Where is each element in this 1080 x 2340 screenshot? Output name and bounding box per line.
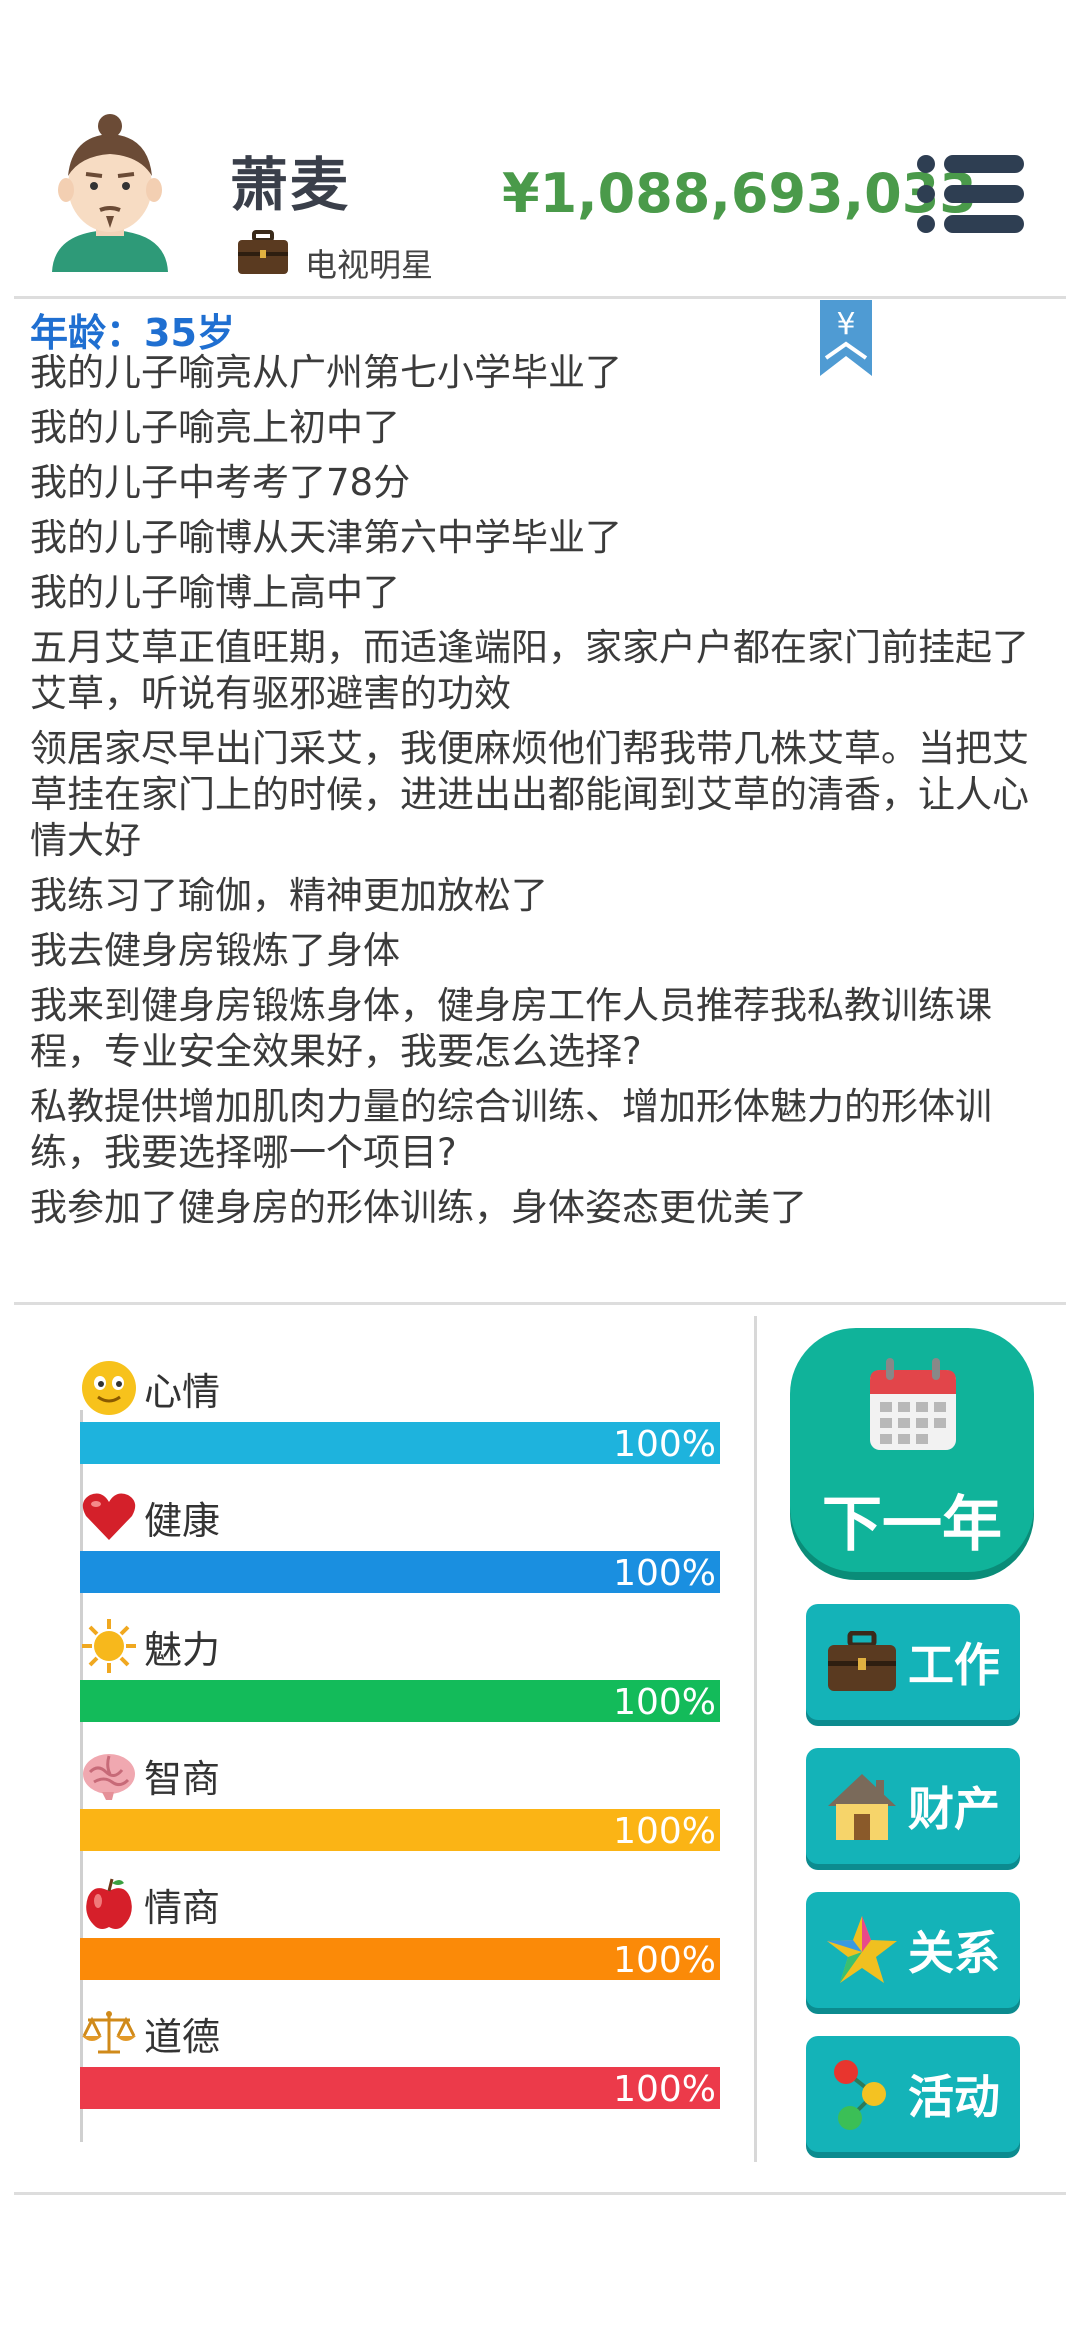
stat-name: 情商 bbox=[144, 1885, 221, 1930]
log-entry: 我的儿子喻博从天津第六中学毕业了 bbox=[30, 516, 622, 559]
player-avatar bbox=[44, 112, 176, 280]
work-button[interactable]: 工作 bbox=[806, 1604, 1020, 1720]
activities-button[interactable]: 活动 bbox=[806, 2036, 1020, 2152]
stat-name: 心情 bbox=[144, 1369, 221, 1414]
hamburger-menu-icon[interactable] bbox=[916, 152, 1026, 236]
stat-health: 健康 100% bbox=[80, 1487, 720, 1616]
stat-value: 100% bbox=[613, 1424, 716, 1465]
header-divider bbox=[14, 296, 1066, 299]
stat-value: 100% bbox=[613, 1553, 716, 1594]
briefcase-icon bbox=[822, 1622, 902, 1702]
activity-dots-icon bbox=[822, 2054, 902, 2134]
event-log: 我的儿子喻亮从广州第七小学毕业了 我的儿子喻亮上初中了 我的儿子中考考了78分 … bbox=[30, 350, 1040, 1240]
log-entry: 我的儿子中考考了78分 bbox=[30, 461, 411, 504]
log-entry: 五月艾草正值旺期，而适逢端阳，家家户户都在家门前挂起了艾草，听说有驱邪避害的功效 bbox=[30, 626, 1029, 715]
apple-icon bbox=[80, 1875, 138, 1933]
stat-name: 道德 bbox=[144, 2014, 221, 2059]
log-entry: 我练习了瑜伽，精神更加放松了 bbox=[30, 874, 548, 917]
log-entry: 我参加了健身房的形体训练，身体姿态更优美了 bbox=[30, 1186, 807, 1229]
stat-mood: 心情 100% bbox=[80, 1358, 720, 1487]
money-balance: ¥1,088,693,033 bbox=[502, 162, 977, 225]
log-entry: 私教提供增加肌肉力量的综合训练、增加形体魅力的形体训练，我要选择哪一个项目? bbox=[30, 1085, 992, 1174]
property-button[interactable]: 财产 bbox=[806, 1748, 1020, 1864]
activities-label: 活动 bbox=[908, 2070, 1000, 2124]
house-icon bbox=[822, 1766, 902, 1846]
log-entry: 我去健身房锻炼了身体 bbox=[30, 929, 400, 972]
job-title: 电视明星 bbox=[305, 246, 434, 284]
stat-name: 魅力 bbox=[144, 1627, 221, 1672]
next-year-label: 下一年 bbox=[822, 1490, 1002, 1560]
sun-icon bbox=[80, 1617, 138, 1675]
star-icon bbox=[822, 1910, 902, 1990]
stats-panel: 心情 100% 健康 100% 魅力 100% 智商 100% 情商 100% … bbox=[80, 1358, 720, 2132]
stat-bar: 100% bbox=[80, 1938, 720, 1981]
stat-bar: 100% bbox=[80, 1551, 720, 1594]
stat-iq: 智商 100% bbox=[80, 1745, 720, 1874]
player-name: 萧麦 bbox=[230, 151, 351, 219]
log-entry: 我来到健身房锻炼身体，健身房工作人员推荐我私教训练课程，专业安全效果好，我要怎么… bbox=[30, 984, 992, 1073]
log-entry: 我的儿子喻亮上初中了 bbox=[30, 406, 400, 449]
stat-bar: 100% bbox=[80, 1680, 720, 1723]
scales-icon bbox=[80, 2004, 138, 2062]
work-label: 工作 bbox=[908, 1638, 1000, 1692]
next-year-button[interactable]: 下一年 bbox=[790, 1328, 1034, 1572]
heart-icon bbox=[80, 1488, 138, 1546]
panel-divider bbox=[754, 1316, 757, 2162]
relations-button[interactable]: 关系 bbox=[806, 1892, 1020, 2008]
age-label: 年龄：35岁 bbox=[30, 311, 235, 355]
stat-bar: 100% bbox=[80, 1809, 720, 1852]
stat-bar: 100% bbox=[80, 2067, 720, 2110]
stat-morality: 道德 100% bbox=[80, 2003, 720, 2132]
calendar-icon bbox=[868, 1356, 958, 1452]
brain-icon bbox=[80, 1746, 138, 1804]
bottom-divider bbox=[14, 2192, 1066, 2195]
stat-value: 100% bbox=[613, 1940, 716, 1981]
stat-name: 智商 bbox=[144, 1756, 221, 1801]
stat-eq: 情商 100% bbox=[80, 1874, 720, 2003]
stat-name: 健康 bbox=[144, 1498, 221, 1543]
property-label: 财产 bbox=[908, 1782, 1000, 1836]
stat-bar: 100% bbox=[80, 1422, 720, 1465]
log-entry: 我的儿子喻博上高中了 bbox=[30, 571, 400, 614]
smiley-icon bbox=[80, 1359, 138, 1417]
log-divider bbox=[14, 1302, 1066, 1305]
log-entry: 领居家尽早出门采艾，我便麻烦他们帮我带几株艾草。当把艾草挂在家门上的时候，进进出… bbox=[30, 727, 1029, 862]
briefcase-icon bbox=[236, 230, 290, 276]
log-entry: 我的儿子喻亮从广州第七小学毕业了 bbox=[30, 351, 622, 394]
stat-value: 100% bbox=[613, 2069, 716, 2110]
stat-value: 100% bbox=[613, 1682, 716, 1723]
relations-label: 关系 bbox=[908, 1926, 1000, 1980]
stat-charm: 魅力 100% bbox=[80, 1616, 720, 1745]
svg-text:¥: ¥ bbox=[836, 307, 855, 342]
stat-value: 100% bbox=[613, 1811, 716, 1852]
